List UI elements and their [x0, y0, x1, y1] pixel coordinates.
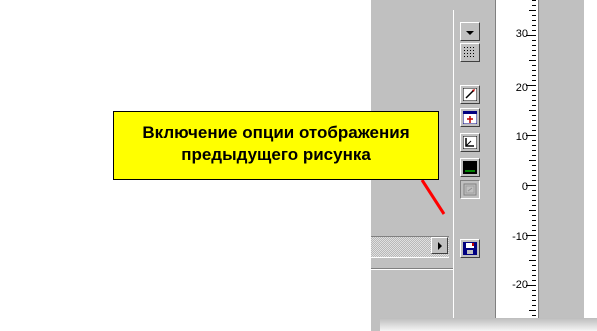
- callout-box: Включение опции отображения предыдущего …: [113, 111, 439, 180]
- callout-line-2: предыдущего рисунка: [181, 145, 371, 164]
- callout-text: Включение опции отображения предыдущего …: [114, 122, 438, 166]
- callout-line-1: Включение опции отображения: [142, 123, 410, 142]
